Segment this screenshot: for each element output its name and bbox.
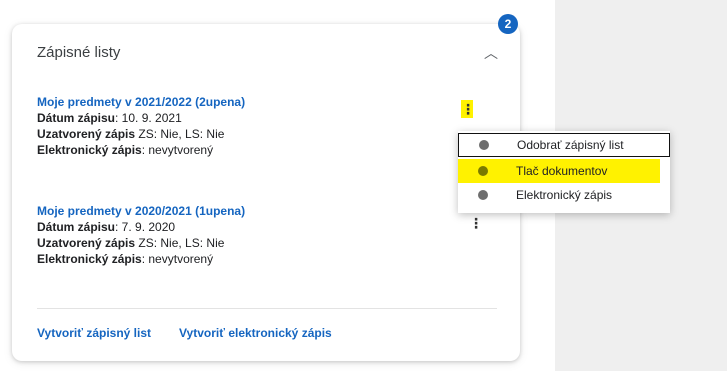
entry-electronic: Elektronický zápis: nevytvorený	[37, 252, 214, 266]
enrollment-sheets-card: Zápisné listy ︿ Moje predmety v 2021/202…	[12, 24, 520, 361]
menu-item-print-documents[interactable]: Tlač dokumentov	[458, 159, 660, 183]
card-title: Zápisné listy	[37, 44, 121, 61]
enrollment-entry-1: Moje predmety v 2021/2022 (2upena) Dátum…	[37, 94, 245, 158]
create-electronic-enrollment-link[interactable]: Vytvoriť elektronický zápis	[179, 326, 332, 340]
entry-title-link[interactable]: Moje predmety v 2020/2021 (1upena)	[37, 203, 245, 219]
dot-icon	[478, 190, 488, 200]
divider	[37, 308, 497, 309]
chevron-up-icon[interactable]: ︿	[480, 42, 502, 64]
dot-icon	[478, 166, 488, 176]
context-menu: Odobrať zápisný list Tlač dokumentov Ele…	[458, 131, 670, 213]
kebab-menu-icon[interactable]: ⋮	[469, 214, 483, 232]
entry-electronic: Elektronický zápis: nevytvorený	[37, 143, 214, 157]
dot-icon	[479, 140, 489, 150]
menu-item-remove-enrollment[interactable]: Odobrať zápisný list	[458, 133, 670, 157]
menu-item-electronic-enrollment[interactable]: Elektronický zápis	[458, 183, 670, 207]
entry-closed: Uzatvorený zápis ZS: Nie, LS: Nie	[37, 236, 225, 250]
kebab-menu-icon[interactable]: ⋮	[461, 100, 475, 118]
entry-date: Dátum zápisu: 7. 9. 2020	[37, 220, 176, 234]
entry-date: Dátum zápisu: 10. 9. 2021	[37, 111, 182, 125]
enrollment-entry-2: Moje predmety v 2020/2021 (1upena) Dátum…	[37, 203, 245, 267]
create-enrollment-list-link[interactable]: Vytvoriť zápisný list	[37, 326, 151, 340]
count-badge: 2	[498, 14, 518, 34]
entry-title-link[interactable]: Moje predmety v 2021/2022 (2upena)	[37, 94, 245, 110]
entry-closed: Uzatvorený zápis ZS: Nie, LS: Nie	[37, 127, 225, 141]
